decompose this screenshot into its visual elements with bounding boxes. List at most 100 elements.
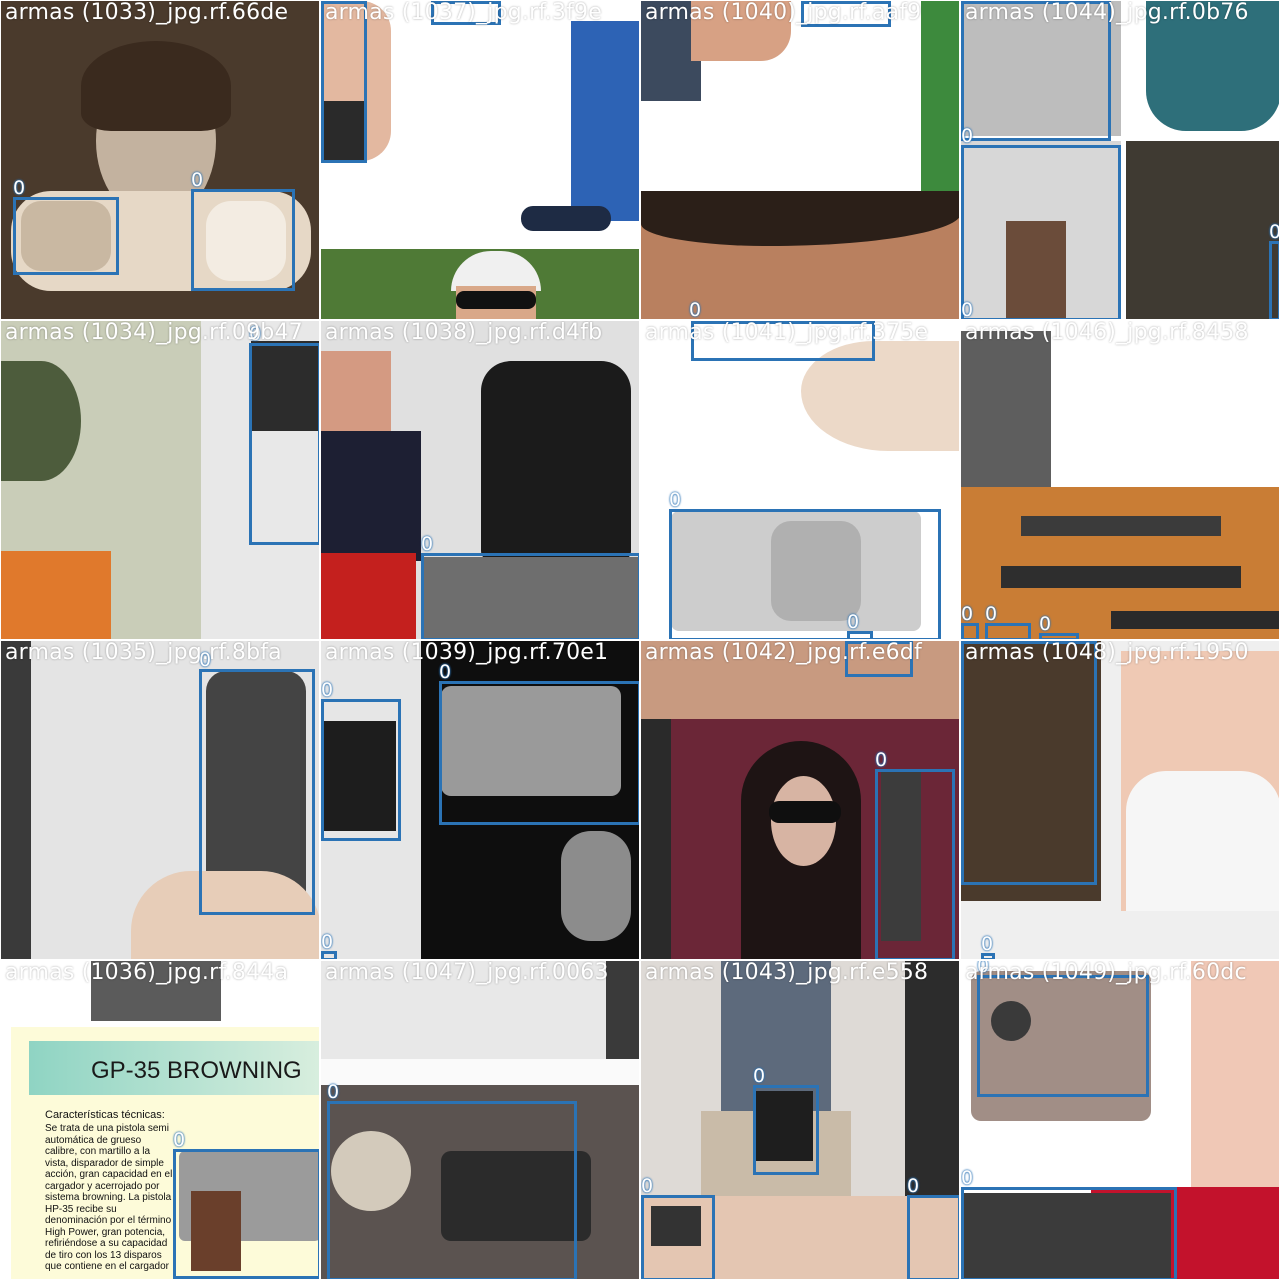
tile-title: armas (1047)_jpg.rf.0063 xyxy=(325,960,609,985)
scene-shoe xyxy=(521,206,611,231)
tile-title: armas (1033)_jpg.rf.66de xyxy=(5,0,289,25)
scene-green xyxy=(921,1,959,191)
bbox-label: 0 xyxy=(689,299,702,320)
tile-title: armas (1034)_jpg.rf.09b47 xyxy=(5,320,303,345)
bbox-label: 0 xyxy=(981,933,994,955)
bbox-label: 0 xyxy=(753,1065,766,1087)
scene-arm xyxy=(321,351,391,441)
bbox-label: 0 xyxy=(961,1167,974,1189)
bbox-label: 0 xyxy=(641,1175,654,1197)
tile-title: armas (1041)_jpg.rf.375e xyxy=(645,320,929,345)
scene-pistol-top xyxy=(606,961,639,1059)
bbox: 0 xyxy=(981,934,995,959)
bbox: 0 xyxy=(439,662,639,825)
tile-1041: 0 0 0 armas (1041)_jpg.rf.375e xyxy=(640,320,960,640)
tile-1034: 0 armas (1034)_jpg.rf.09b47 xyxy=(0,320,320,640)
tile-1049: 0 0 armas (1049)_jpg.rf.60dc xyxy=(960,960,1280,1280)
bbox: 0 xyxy=(13,178,119,275)
tile-1037: 0 0 armas (1037)_jpg.rf.3f9e xyxy=(320,0,640,320)
scene-dark-left xyxy=(641,719,671,959)
bbox: 0 xyxy=(173,1130,319,1279)
scene-jeans xyxy=(571,21,639,221)
tile-1043: 0 0 0 armas (1043)_jpg.rf.e558 xyxy=(640,960,960,1280)
bbox-label: 0 xyxy=(961,125,974,147)
bbox: 0 xyxy=(1269,222,1279,319)
tile-title: armas (1046)_jpg.rf.8458 xyxy=(965,320,1249,345)
bbox: 0 xyxy=(249,324,319,545)
tile-title: armas (1040)_jpg.rf.aaf9 xyxy=(645,0,922,25)
bbox: 0 xyxy=(321,932,337,959)
tile-title: armas (1044)_jpg.rf.0b76 xyxy=(965,0,1249,25)
scene-rifle-1 xyxy=(1021,516,1221,536)
tile-1048: 0 0 armas (1048)_jpg.rf.1950 xyxy=(960,640,1280,960)
doc-bullet-title: Características técnicas: xyxy=(45,1109,165,1121)
scene-hair xyxy=(81,41,231,131)
bbox: 0 xyxy=(641,1176,715,1279)
bbox: 0 xyxy=(753,1066,819,1175)
bbox-label: 0 xyxy=(985,603,998,625)
scene-crowd xyxy=(1126,141,1279,319)
bbox: 0 xyxy=(961,641,1097,885)
tile-title: armas (1043)_jpg.rf.e558 xyxy=(645,960,929,985)
bbox-label: 0 xyxy=(173,1129,186,1151)
tile-title: armas (1048)_jpg.rf.1950 xyxy=(965,640,1249,665)
tile-title: armas (1037)_jpg.rf.3f9e xyxy=(325,0,602,25)
scene-suit xyxy=(321,431,421,561)
bbox-label: 0 xyxy=(191,169,204,191)
bbox-label: 0 xyxy=(907,1175,920,1197)
bbox-label: 0 xyxy=(321,679,334,701)
bbox-label: 0 xyxy=(669,489,682,511)
tile-1035: 0 armas (1035)_jpg.rf.8bfa xyxy=(0,640,320,960)
scene-orange-vest xyxy=(1,551,111,639)
bbox: 0 xyxy=(421,534,639,639)
mosaic-grid: 0 0 armas (1033)_jpg.rf.66de 0 0 armas (… xyxy=(0,0,1280,1280)
scene-head xyxy=(1,361,81,481)
tile-title: armas (1039)_jpg.rf.70e1 xyxy=(325,640,609,665)
bbox: 0 xyxy=(961,126,1121,319)
scene-black-dress xyxy=(481,361,631,561)
tile-1036: GP-35 BROWNING Características técnicas:… xyxy=(0,960,320,1280)
bbox: 0 xyxy=(985,604,1031,639)
scene-dark-right xyxy=(905,961,959,1201)
bbox: 0 xyxy=(977,961,1149,1097)
doc-body: Se trata de una pistola semi automática … xyxy=(45,1123,173,1273)
bbox: 0 xyxy=(669,490,941,639)
tile-1039: 0 0 0 armas (1039)_jpg.rf.70e1 xyxy=(320,640,640,960)
tile-1044: 0 0 0 0 armas (1044)_jpg.rf.0b76 xyxy=(960,0,1280,320)
tile-title: armas (1035)_jpg.rf.8bfa xyxy=(5,640,282,665)
bbox: 0 xyxy=(327,1082,577,1279)
bbox-label: 0 xyxy=(321,931,334,953)
bbox: 0 xyxy=(907,1176,959,1279)
scene-handcuffs xyxy=(561,831,631,941)
bbox-label: 0 xyxy=(327,1081,340,1103)
scene-divider xyxy=(321,1059,639,1085)
bbox: 0 xyxy=(199,650,315,915)
bbox-label: 0 xyxy=(421,533,434,555)
scene-sunglasses xyxy=(456,291,536,309)
tile-1042: 0 0 armas (1042)_jpg.rf.e6df xyxy=(640,640,960,960)
bbox-label: 0 xyxy=(13,177,26,199)
bbox: 0 xyxy=(321,680,401,841)
scene-rifle-3 xyxy=(1111,611,1279,629)
bbox: 0 xyxy=(847,612,873,639)
scene-rifle-2 xyxy=(1001,566,1241,588)
tile-title: armas (1049)_jpg.rf.60dc xyxy=(965,960,1247,985)
bbox-label: 0 xyxy=(1269,221,1280,243)
bbox: 0 xyxy=(961,604,979,639)
bbox-label: 0 xyxy=(847,611,860,633)
bbox-label: 0 xyxy=(439,661,452,683)
tile-1046: 0 0 0 armas (1046)_jpg.rf.8458 xyxy=(960,320,1280,640)
bbox-label: 0 xyxy=(961,299,974,320)
tile-title: armas (1042)_jpg.rf.e6df xyxy=(645,640,922,665)
bbox: 0 xyxy=(961,1168,1177,1279)
bbox-label: 0 xyxy=(875,749,888,771)
scene-tank-top xyxy=(1126,771,1279,911)
scene-red-case xyxy=(321,553,416,639)
doc-heading: GP-35 BROWNING xyxy=(91,1057,302,1084)
scene-sunglasses xyxy=(769,801,841,823)
tile-title: armas (1036)_jpg.rf.844a xyxy=(5,960,289,985)
bbox: 0 xyxy=(191,170,295,291)
tile-1038: 0 armas (1038)_jpg.rf.d4fb xyxy=(320,320,640,640)
bbox-label: 0 xyxy=(1039,613,1052,635)
bbox: 0 xyxy=(1039,614,1079,639)
